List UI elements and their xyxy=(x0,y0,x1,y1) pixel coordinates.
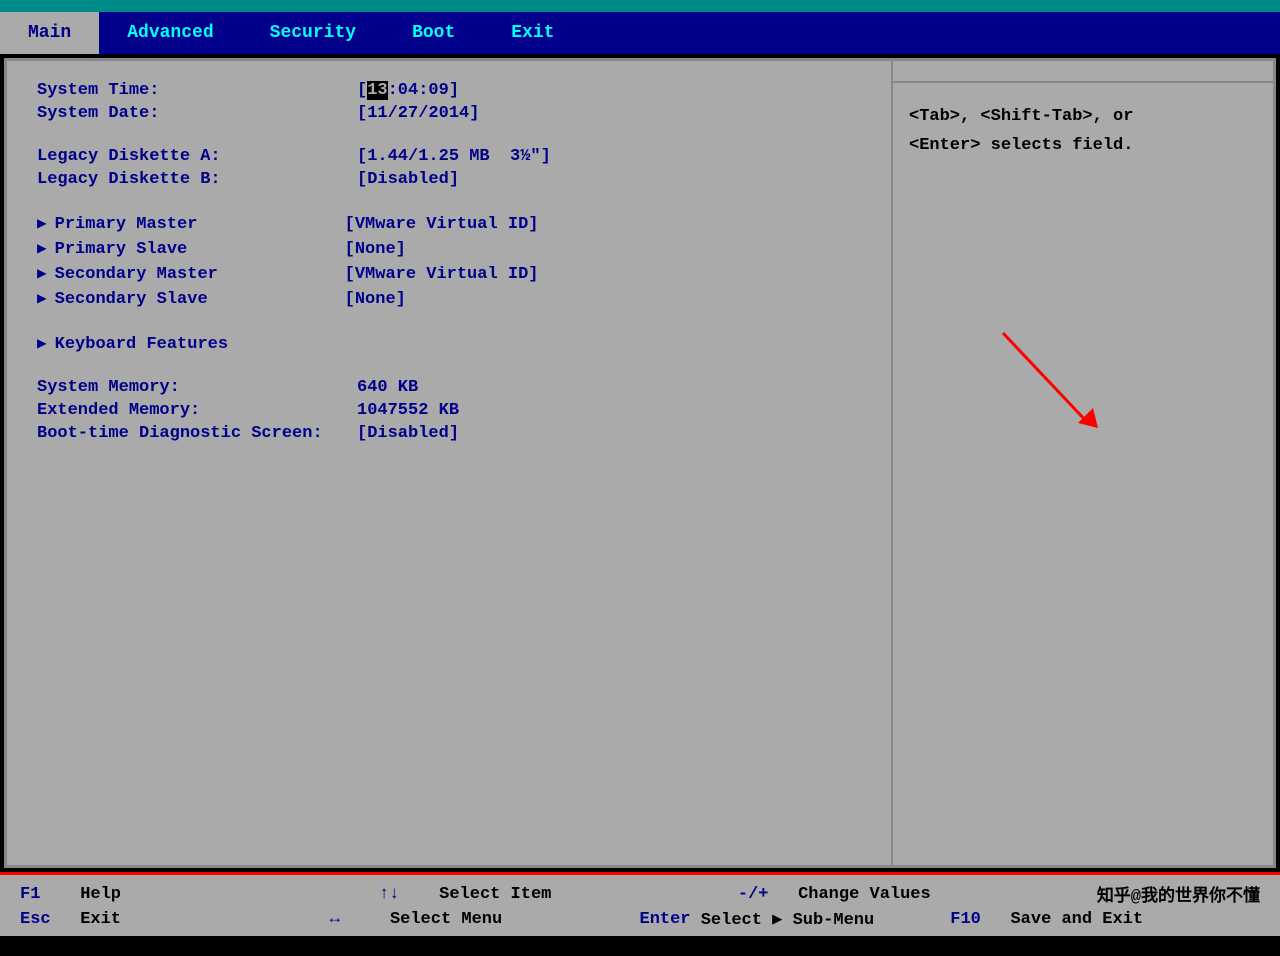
arrow-icon-primary-master: ▶ xyxy=(37,213,47,233)
value-boot-diagnostic[interactable]: [Disabled] xyxy=(357,424,459,443)
desc-select-submenu: Select ▶ Sub-Menu xyxy=(691,909,951,930)
menu-item-boot[interactable]: Boot xyxy=(384,12,483,54)
status-row-2: Esc Exit ↔ Select Menu Enter Select ▶ Su… xyxy=(20,909,1260,930)
field-keyboard-features[interactable]: ▶ Keyboard Features xyxy=(37,333,861,354)
desc-change-values: Change Values xyxy=(788,885,1097,904)
panels: System Time: [13:04:09] System Date: [11… xyxy=(7,61,1273,865)
content-wrapper: System Time: [13:04:09] System Date: [11… xyxy=(4,58,1276,868)
right-panel: <Tab>, <Shift-Tab>, or<Enter> selects fi… xyxy=(893,61,1273,865)
field-system-date: System Date: [11/27/2014] xyxy=(37,104,861,123)
desc-exit: Exit xyxy=(70,910,330,929)
menu-item-advanced[interactable]: Advanced xyxy=(99,12,241,54)
label-legacy-diskette-a: Legacy Diskette A: xyxy=(37,147,357,166)
label-primary-slave: Primary Slave xyxy=(55,240,345,259)
arrow-icon-secondary-master: ▶ xyxy=(37,263,47,283)
label-primary-master: Primary Master xyxy=(55,215,345,234)
desc-select-item: Select Item xyxy=(429,885,738,904)
label-legacy-diskette-b: Legacy Diskette B: xyxy=(37,170,357,189)
value-extended-memory: 1047552 KB xyxy=(357,401,459,420)
annotation-arrow xyxy=(993,323,1113,443)
field-primary-master[interactable]: ▶ Primary Master [VMware Virtual ID] xyxy=(37,213,861,234)
desc-select-menu: Select Menu xyxy=(380,910,640,929)
label-boot-diagnostic: Boot-time Diagnostic Screen: xyxy=(37,424,357,443)
label-system-memory: System Memory: xyxy=(37,378,357,397)
menu-item-exit[interactable]: Exit xyxy=(483,12,582,54)
arrow-icon-keyboard: ▶ xyxy=(37,333,47,353)
field-legacy-diskette-a: Legacy Diskette A: [1.44/1.25 MB 3½"] xyxy=(37,147,861,166)
value-system-memory: 640 KB xyxy=(357,378,418,397)
field-system-memory: System Memory: 640 KB xyxy=(37,378,861,397)
status-row-1: F1 Help ↑↓ Select Item -/+ Change Values… xyxy=(20,881,1260,907)
menu-bar: MainAdvancedSecurityBootExit xyxy=(0,12,1280,54)
menu-item-security[interactable]: Security xyxy=(242,12,384,54)
desc-help: Help xyxy=(70,885,379,904)
arrow-icon-primary-slave: ▶ xyxy=(37,238,47,258)
value-secondary-slave[interactable]: [None] xyxy=(345,290,406,309)
label-system-date: System Date: xyxy=(37,104,357,123)
menu-item-main[interactable]: Main xyxy=(0,12,99,54)
field-secondary-master[interactable]: ▶ Secondary Master [VMware Virtual ID] xyxy=(37,263,861,284)
key-f10-2[interactable]: F10 xyxy=(950,910,1000,929)
help-header xyxy=(893,61,1273,83)
label-extended-memory: Extended Memory: xyxy=(37,401,357,420)
time-hour[interactable]: 13 xyxy=(367,81,387,100)
left-panel: System Time: [13:04:09] System Date: [11… xyxy=(7,61,893,865)
bottom-bar: F1 Help ↑↓ Select Item -/+ Change Values… xyxy=(0,872,1280,936)
field-secondary-slave[interactable]: ▶ Secondary Slave [None] xyxy=(37,288,861,309)
key-leftright[interactable]: ↔ xyxy=(330,910,380,929)
field-extended-memory: Extended Memory: 1047552 KB xyxy=(37,401,861,420)
label-secondary-slave: Secondary Slave xyxy=(55,290,345,309)
key-enter[interactable]: Enter xyxy=(640,910,691,929)
help-body: <Tab>, <Shift-Tab>, or<Enter> selects fi… xyxy=(893,83,1273,865)
value-system-time[interactable]: [13:04:09] xyxy=(357,81,459,100)
desc-save-exit: Save and Exit xyxy=(1000,910,1260,929)
value-legacy-diskette-b[interactable]: [Disabled] xyxy=(357,170,459,189)
label-keyboard-features: Keyboard Features xyxy=(55,335,345,354)
watermark: 知乎@我的世界你不懂 xyxy=(1097,881,1260,907)
field-legacy-diskette-b: Legacy Diskette B: [Disabled] xyxy=(37,170,861,189)
key-f1[interactable]: F1 xyxy=(20,885,70,904)
arrow-icon-secondary-slave: ▶ xyxy=(37,288,47,308)
key-updown[interactable]: ↑↓ xyxy=(379,885,429,904)
field-boot-diagnostic: Boot-time Diagnostic Screen: [Disabled] xyxy=(37,424,861,443)
value-secondary-master[interactable]: [VMware Virtual ID] xyxy=(345,265,539,284)
help-text: <Tab>, <Shift-Tab>, or<Enter> selects fi… xyxy=(909,103,1257,161)
value-legacy-diskette-a[interactable]: [1.44/1.25 MB 3½"] xyxy=(357,147,551,166)
key-plusminus[interactable]: -/+ xyxy=(738,885,788,904)
title-bar xyxy=(0,0,1280,12)
value-primary-master[interactable]: [VMware Virtual ID] xyxy=(345,215,539,234)
field-primary-slave[interactable]: ▶ Primary Slave [None] xyxy=(37,238,861,259)
label-system-time: System Time: xyxy=(37,81,357,100)
key-esc[interactable]: Esc xyxy=(20,910,70,929)
field-system-time: System Time: [13:04:09] xyxy=(37,81,861,100)
value-primary-slave[interactable]: [None] xyxy=(345,240,406,259)
value-system-date[interactable]: [11/27/2014] xyxy=(357,104,479,123)
label-secondary-master: Secondary Master xyxy=(55,265,345,284)
